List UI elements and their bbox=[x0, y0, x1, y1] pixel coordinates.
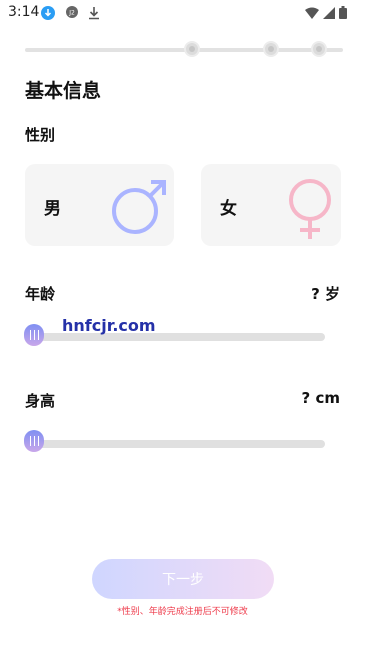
download-icon bbox=[89, 7, 99, 20]
step-1-dot bbox=[184, 41, 200, 57]
page-title: 基本信息 bbox=[25, 80, 102, 102]
next-step-button[interactable]: 下一步 bbox=[92, 559, 274, 599]
height-label: 身高 bbox=[25, 392, 56, 410]
age-slider-thumb[interactable] bbox=[24, 324, 44, 346]
gender-option-label: 女 bbox=[220, 199, 237, 219]
gender-option-label: 男 bbox=[44, 199, 61, 219]
step-3-crown-dot bbox=[311, 41, 327, 57]
height-value: ? cm bbox=[301, 389, 340, 407]
step-2-dot bbox=[263, 41, 279, 57]
signal-icon bbox=[323, 6, 335, 19]
female-symbol-icon bbox=[289, 179, 331, 239]
app-badge-icon: J2 bbox=[66, 6, 78, 18]
wifi-icon bbox=[305, 7, 319, 19]
status-time: 3:14 bbox=[8, 4, 40, 20]
svg-text:J2: J2 bbox=[68, 10, 75, 17]
gender-label: 性别 bbox=[25, 126, 56, 144]
age-label: 年龄 bbox=[25, 285, 56, 303]
download-circle-icon bbox=[41, 6, 55, 20]
battery-icon bbox=[339, 6, 347, 19]
gender-option-male[interactable]: 男 bbox=[25, 164, 174, 246]
male-symbol-icon bbox=[112, 180, 166, 234]
gender-age-note: *性别、年龄完成注册后不可修改 bbox=[117, 607, 248, 617]
gender-option-female[interactable]: 女 bbox=[201, 164, 341, 246]
status-bar: 3:14 J2 bbox=[0, 0, 365, 26]
height-slider-thumb[interactable] bbox=[24, 430, 44, 452]
age-value: ? 岁 bbox=[311, 285, 340, 303]
watermark-text: hnfcjr.com bbox=[62, 316, 156, 335]
height-slider-track[interactable] bbox=[28, 440, 325, 448]
